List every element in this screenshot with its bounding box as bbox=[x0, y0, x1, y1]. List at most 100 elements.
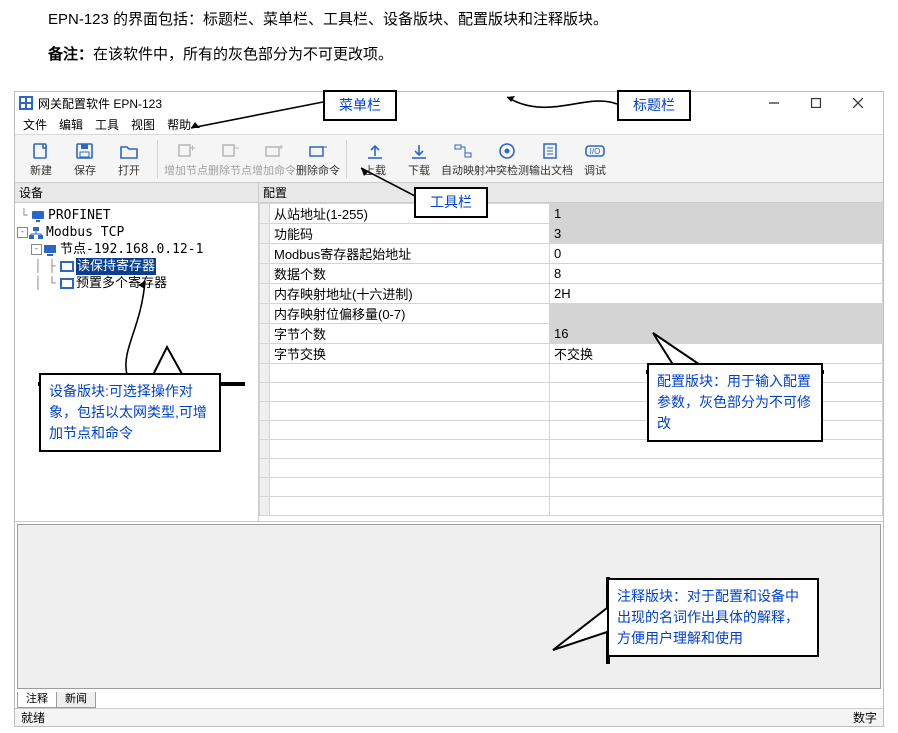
row-gutter bbox=[260, 383, 270, 402]
close-button[interactable] bbox=[837, 92, 879, 114]
menu-bar: 文件 编辑 工具 视图 帮助 bbox=[15, 114, 883, 134]
config-row bbox=[260, 440, 883, 459]
config-value bbox=[550, 440, 883, 459]
menu-edit[interactable]: 编辑 bbox=[53, 116, 89, 133]
config-key bbox=[270, 421, 550, 440]
row-gutter bbox=[260, 264, 270, 284]
status-right: 数字 bbox=[853, 709, 877, 726]
config-value[interactable]: 8 bbox=[550, 264, 883, 284]
tree-row[interactable]: - Modbus TCP bbox=[17, 224, 256, 241]
expander-icon[interactable]: - bbox=[31, 244, 42, 255]
config-key bbox=[270, 459, 550, 478]
toolbar-label: 删除命令 bbox=[296, 162, 340, 178]
device-tree[interactable]: └ PROFINET - Modbus TCP - 节点-192.168.0.1… bbox=[15, 203, 258, 296]
tab-comment[interactable]: 注释 bbox=[17, 692, 57, 708]
config-value[interactable]: 不交换 bbox=[550, 344, 883, 364]
config-value[interactable]: 2H bbox=[550, 284, 883, 304]
toolbar-label: 下载 bbox=[408, 162, 430, 178]
config-table: 从站地址(1-255)1功能码3Modbus寄存器起始地址0数据个数8内存映射地… bbox=[259, 203, 883, 521]
row-gutter bbox=[260, 440, 270, 459]
callout-config: 配置版块：用于输入配置参数，灰色部分为不可修改 bbox=[647, 363, 823, 442]
config-row[interactable]: Modbus寄存器起始地址0 bbox=[260, 244, 883, 264]
toolbar-export[interactable]: 输出文档 bbox=[529, 140, 573, 178]
tree-row[interactable]: └ PROFINET bbox=[17, 207, 256, 224]
new-doc-icon bbox=[29, 140, 53, 162]
menu-view[interactable]: 视图 bbox=[125, 116, 161, 133]
config-key bbox=[270, 402, 550, 421]
config-key bbox=[270, 497, 550, 516]
toolbar-label: 打开 bbox=[118, 162, 140, 178]
toolbar-save[interactable]: 保存 bbox=[63, 140, 107, 178]
config-key: 内存映射位偏移量(0-7) bbox=[270, 304, 550, 324]
app-window: 标题栏 网关配置软件 EPN-123 文件 编辑 工具 视图 帮助 菜单栏 新建… bbox=[14, 91, 884, 727]
toolbar-download[interactable]: 下载 bbox=[397, 140, 441, 178]
tree-row[interactable]: │└ 预置多个寄存器 bbox=[17, 275, 256, 292]
row-gutter bbox=[260, 324, 270, 344]
network-icon bbox=[29, 226, 44, 239]
toolbar-new-doc[interactable]: 新建 bbox=[19, 140, 63, 178]
auto-map-icon bbox=[451, 140, 475, 162]
config-row[interactable]: 字节交换不交换 bbox=[260, 344, 883, 364]
toolbar-upload[interactable]: 上载 bbox=[353, 140, 397, 178]
config-key: Modbus寄存器起始地址 bbox=[270, 244, 550, 264]
toolbar-label: 上载 bbox=[364, 162, 386, 178]
comments-panel: 注释版块：对于配置和设备中出现的名词作出具体的解释，方便用户理解和使用 注释 新… bbox=[15, 521, 883, 691]
config-row: 从站地址(1-255)1 bbox=[260, 204, 883, 224]
conflict-icon bbox=[495, 140, 519, 162]
config-panel: 配置 从站地址(1-255)1功能码3Modbus寄存器起始地址0数据个数8内存… bbox=[259, 183, 883, 521]
toolbar-open[interactable]: 打开 bbox=[107, 140, 151, 178]
toolbar-conflict[interactable]: 冲突检测 bbox=[485, 140, 529, 178]
window-title: 网关配置软件 EPN-123 bbox=[38, 95, 162, 112]
config-row: 字节个数16 bbox=[260, 324, 883, 344]
menu-tools[interactable]: 工具 bbox=[89, 116, 125, 133]
tab-news[interactable]: 新闻 bbox=[56, 692, 96, 708]
config-row[interactable]: 内存映射地址(十六进制)2H bbox=[260, 284, 883, 304]
row-gutter bbox=[260, 284, 270, 304]
toolbar-separator bbox=[157, 140, 158, 178]
config-key: 字节交换 bbox=[270, 344, 550, 364]
expander-icon[interactable]: - bbox=[17, 227, 28, 238]
main-area: 设备 └ PROFINET - Modbus TCP - 节点-192.168.… bbox=[15, 183, 883, 521]
config-key bbox=[270, 478, 550, 497]
toolbar-label: 调试 bbox=[584, 162, 606, 178]
config-value: 3 bbox=[550, 224, 883, 244]
callout-menubar: 菜单栏 bbox=[323, 90, 397, 121]
toolbar-del-cmd[interactable]: 删除命令 bbox=[296, 140, 340, 178]
note-label: 备注： bbox=[48, 46, 93, 63]
config-panel-header: 配置 bbox=[259, 183, 883, 203]
config-row: 内存映射位偏移量(0-7) bbox=[260, 304, 883, 324]
row-gutter bbox=[260, 421, 270, 440]
menu-file[interactable]: 文件 bbox=[17, 116, 53, 133]
config-value bbox=[550, 304, 883, 324]
config-key bbox=[270, 364, 550, 383]
row-gutter bbox=[260, 402, 270, 421]
upload-icon bbox=[363, 140, 387, 162]
config-row[interactable]: 数据个数8 bbox=[260, 264, 883, 284]
tree-label: 预置多个寄存器 bbox=[76, 275, 167, 292]
maximize-button[interactable] bbox=[795, 92, 837, 114]
config-key: 字节个数 bbox=[270, 324, 550, 344]
config-row bbox=[260, 497, 883, 516]
open-icon bbox=[117, 140, 141, 162]
toolbar-auto-map[interactable]: 自动映射 bbox=[441, 140, 485, 178]
toolbar-label: 自动映射 bbox=[441, 162, 485, 178]
toolbar-label: 新建 bbox=[30, 162, 52, 178]
tree-label: 节点-192.168.0.12-1 bbox=[60, 241, 203, 258]
row-gutter bbox=[260, 459, 270, 478]
minimize-button[interactable] bbox=[753, 92, 795, 114]
toolbar-debug[interactable]: I/O调试 bbox=[573, 140, 617, 178]
menu-help[interactable]: 帮助 bbox=[161, 116, 197, 133]
config-key: 功能码 bbox=[270, 224, 550, 244]
toolbar-add-node: 增加节点 bbox=[164, 140, 208, 178]
tree-row[interactable]: │├ 读保持寄存器 bbox=[17, 258, 256, 275]
note-text: 在该软件中，所有的灰色部分为不可更改项。 bbox=[93, 46, 393, 63]
config-row bbox=[260, 478, 883, 497]
config-value[interactable]: 0 bbox=[550, 244, 883, 264]
toolbar-label: 保存 bbox=[74, 162, 96, 178]
config-row: 功能码3 bbox=[260, 224, 883, 244]
device-panel-header: 设备 bbox=[15, 183, 258, 203]
tree-row[interactable]: - 节点-192.168.0.12-1 bbox=[17, 241, 256, 258]
callout-titlebar: 标题栏 bbox=[617, 90, 691, 121]
config-key bbox=[270, 383, 550, 402]
column-splitter[interactable] bbox=[547, 203, 551, 521]
